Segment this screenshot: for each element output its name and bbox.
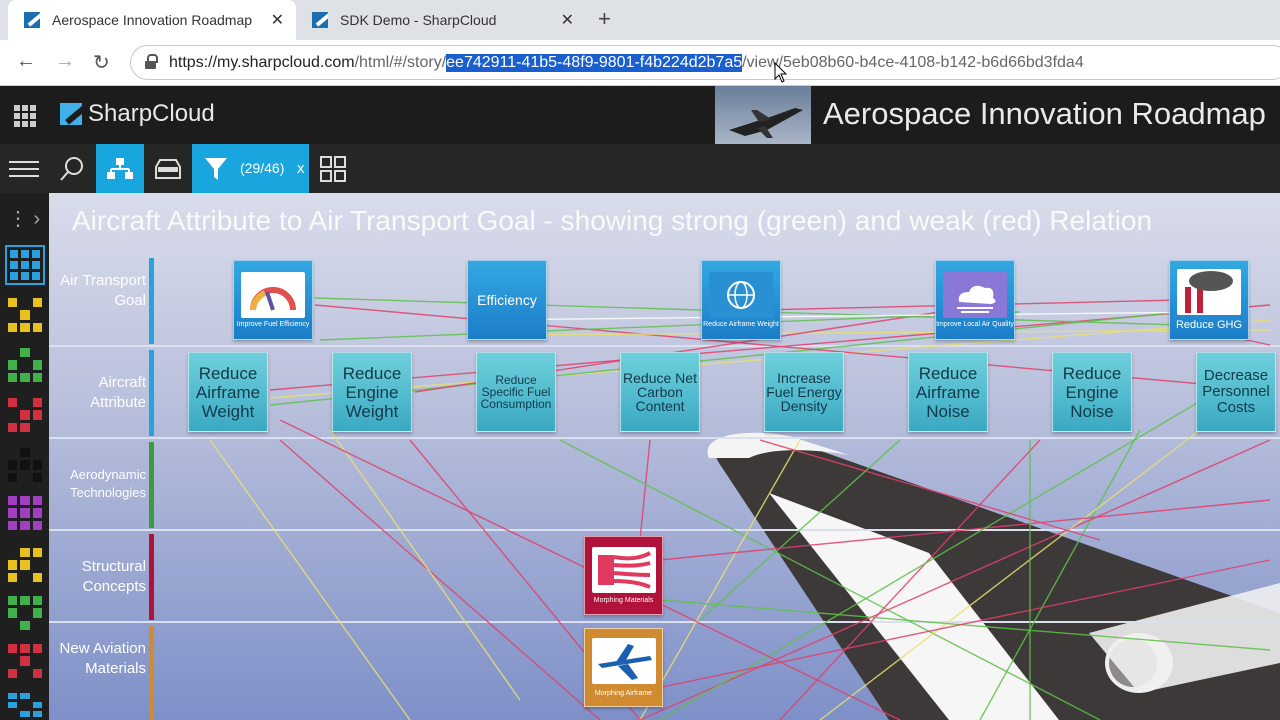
morphing-materials-icon	[591, 546, 656, 593]
attribute-card[interactable]: Reduce Airframe Weight	[188, 352, 268, 432]
attribute-label: Increase Fuel Energy Density	[766, 370, 842, 414]
view-title: Aircraft Attribute to Air Transport Goal…	[72, 205, 1153, 236]
lane-label: Aerodynamic Technologies	[70, 467, 146, 500]
goal-label: Reduce Airframe Weight	[703, 320, 779, 328]
new-tab-icon[interactable]: +	[598, 6, 611, 32]
view-switch-icon[interactable]	[5, 295, 45, 335]
attribute-label: Reduce Engine Weight	[342, 363, 402, 421]
search-icon[interactable]	[48, 144, 96, 193]
attribute-label: Reduce Airframe Noise	[915, 363, 981, 421]
url-path: /html/#/story/	[354, 53, 447, 71]
lane-label: Aircraft Attribute	[90, 374, 146, 411]
menu-icon[interactable]	[0, 144, 48, 193]
lane-aerodynamic-technologies	[49, 439, 1280, 531]
airplane-icon	[591, 637, 656, 684]
view-switch-icon[interactable]	[5, 345, 45, 385]
filter-icon	[205, 157, 227, 180]
tech-label: Morphing Materials	[593, 596, 654, 604]
tech-card-morphing-materials[interactable]: Morphing Materials	[584, 536, 663, 615]
view-switch-icon[interactable]	[5, 493, 45, 533]
sharpcloud-favicon-icon	[312, 12, 328, 28]
sharpcloud-favicon-icon	[24, 12, 40, 28]
attribute-card[interactable]: Reduce Engine Weight	[332, 352, 412, 432]
url-field[interactable]: https://my.sharpcloud.com/html/#/story/e…	[130, 45, 1280, 80]
reload-icon[interactable]: ↻	[93, 50, 110, 75]
goal-card-improve-fuel-efficiency[interactable]: Improve Fuel Efficiency	[233, 260, 313, 340]
tab-title: Aerospace Innovation Roadmap	[52, 12, 253, 28]
sharpcloud-logo[interactable]: SharpCloud	[60, 100, 215, 128]
goal-card-efficiency[interactable]: Efficiency	[467, 260, 547, 340]
close-tab-icon[interactable]: ✕	[271, 10, 284, 30]
lane-label: New Aviation Materials	[59, 640, 146, 677]
tray-icon[interactable]	[144, 144, 192, 193]
url-path-rest: /view/5eb08b60-b4ce-4108-b142-b6d66bd3fd…	[742, 53, 1084, 71]
goal-label: Improve Local Air Quality	[936, 320, 1014, 328]
attribute-card[interactable]: Reduce Specific Fuel Consumption	[476, 352, 556, 432]
story-thumbnail	[715, 86, 811, 144]
lock-icon	[145, 54, 158, 69]
address-bar: ← → ↻ https://my.sharpcloud.com/html/#/s…	[0, 40, 1280, 86]
lane-color-bar	[149, 442, 154, 528]
attribute-card[interactable]: Reduce Airframe Noise	[908, 352, 988, 432]
tab-title: SDK Demo - SharpCloud	[340, 12, 497, 28]
view-switch-icon[interactable]	[5, 641, 45, 681]
goal-card-reduce-ghg[interactable]: Reduce GHG	[1169, 260, 1249, 340]
story-title: Aerospace Innovation Roadmap	[823, 96, 1266, 131]
view-switch-icon[interactable]	[5, 245, 45, 285]
globe-icon	[709, 271, 773, 318]
forward-arrow-icon[interactable]: →	[55, 50, 75, 73]
apps-grid-icon[interactable]	[14, 105, 36, 127]
tech-label: Morphing Airframe	[594, 689, 653, 697]
goal-card-reduce-airframe-weight[interactable]: Reduce Airframe Weight	[701, 260, 781, 340]
relationships-icon[interactable]	[96, 144, 144, 193]
grid-view-icon[interactable]	[309, 144, 357, 193]
attribute-card[interactable]: Reduce Net Carbon Content	[620, 352, 700, 432]
browser-tab-bar: Aerospace Innovation Roadmap ✕ SDK Demo …	[0, 0, 1280, 40]
brand-name: SharpCloud	[88, 100, 215, 127]
attribute-label: Decrease Personnel Costs	[1202, 367, 1270, 416]
clear-filter-button[interactable]: x	[297, 160, 305, 177]
url-host: https://my.sharpcloud.com	[169, 53, 355, 71]
lane-color-bar	[149, 258, 154, 344]
expand-rail-icon[interactable]: ⋮ ›	[8, 206, 40, 231]
lane-color-bar	[149, 626, 154, 720]
airplane-icon	[729, 108, 803, 138]
lane-label: Structural Concepts	[81, 558, 146, 595]
filter-count: (29/46)	[240, 160, 285, 176]
goal-label: Reduce GHG	[1175, 319, 1243, 331]
attribute-label: Reduce Airframe Weight	[195, 363, 261, 421]
view-switch-icon[interactable]	[5, 445, 45, 485]
lane-label: Air Transport Goal	[60, 272, 146, 309]
lane-new-aviation-materials	[49, 623, 1280, 720]
attribute-card[interactable]: Decrease Personnel Costs	[1196, 352, 1276, 432]
sharpcloud-logo-icon	[60, 103, 82, 125]
mouse-cursor-icon	[774, 62, 788, 83]
goal-label: Efficiency	[477, 292, 537, 308]
attribute-card[interactable]: Reduce Engine Noise	[1052, 352, 1132, 432]
close-tab-icon[interactable]: ✕	[561, 10, 574, 30]
goal-label: Improve Fuel Efficiency	[236, 320, 310, 328]
attribute-label: Reduce Engine Noise	[1062, 363, 1122, 421]
lane-color-bar	[149, 534, 154, 620]
browser-tab-active[interactable]: Aerospace Innovation Roadmap ✕	[8, 0, 296, 40]
view-switch-icon[interactable]	[5, 690, 45, 720]
factory-icon	[1177, 269, 1241, 315]
attribute-label: Reduce Net Carbon Content	[623, 370, 697, 414]
lane-structural-concepts	[49, 531, 1280, 623]
view-switch-icon[interactable]	[5, 395, 45, 435]
gauge-icon	[241, 271, 305, 318]
view-switch-icon[interactable]	[5, 593, 45, 633]
attribute-label: Reduce Specific Fuel Consumption	[480, 373, 552, 411]
browser-tab[interactable]: SDK Demo - SharpCloud ✕	[296, 0, 586, 40]
url-selection: ee742911-41b5-48f9-9801-f4b224d2b7a5	[446, 53, 743, 72]
lane-color-bar	[149, 350, 154, 436]
tech-card-morphing-airframe[interactable]: Morphing Airframe	[584, 628, 663, 707]
back-arrow-icon[interactable]: ←	[16, 50, 36, 73]
goal-card-improve-local-air-quality[interactable]: Improve Local Air Quality	[935, 260, 1015, 340]
attribute-card[interactable]: Increase Fuel Energy Density	[764, 352, 844, 432]
cloud-icon	[943, 271, 1007, 318]
view-switch-icon[interactable]	[5, 545, 45, 585]
